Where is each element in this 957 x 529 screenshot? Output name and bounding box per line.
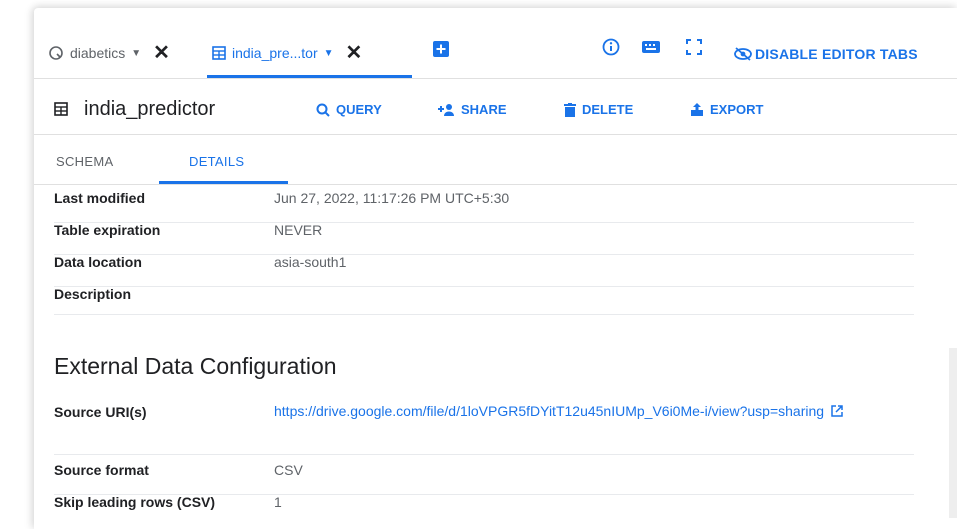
detail-key: Source URI(s) [54, 404, 147, 420]
section-title: External Data Configuration [54, 353, 337, 379]
editor-tab-bar: diabetics ▼ ✕ india_pre...tor ▼ ✕ DISABL… [34, 8, 957, 79]
detail-value: 1 [274, 494, 282, 510]
scrollbar[interactable] [949, 348, 957, 518]
search-icon [316, 103, 330, 117]
disable-editor-tabs-button[interactable]: DISABLE EDITOR TABS [734, 46, 918, 62]
fullscreen-icon[interactable] [685, 38, 703, 61]
table-icon [212, 46, 226, 60]
export-label: EXPORT [710, 102, 764, 117]
detail-row-source-uri: Source URI(s) https://drive.google.com/f… [54, 402, 914, 455]
trash-icon [564, 102, 576, 117]
page-title: india_predictor [84, 98, 216, 120]
disable-editor-tabs-label: DISABLE EDITOR TABS [755, 46, 918, 62]
info-icon[interactable] [602, 38, 620, 61]
query-button[interactable]: QUERY [316, 102, 382, 117]
bigquery-panel: diabetics ▼ ✕ india_pre...tor ▼ ✕ DISABL… [34, 8, 957, 529]
detail-key: Description [54, 286, 132, 302]
tab-label: india_pre...tor [232, 45, 318, 61]
table-header: india_predictor QUERY SHARE DELETE EXPOR… [34, 78, 957, 135]
active-subtab-indicator [159, 181, 288, 184]
chevron-down-icon[interactable]: ▼ [324, 48, 334, 59]
source-uri-link[interactable]: https://drive.google.com/file/d/1loVPGR5… [274, 399, 894, 424]
table-icon [54, 102, 68, 121]
tab-diabetics[interactable]: diabetics ▼ ✕ [48, 38, 170, 68]
tab-schema[interactable]: SCHEMA [56, 154, 113, 169]
delete-label: DELETE [582, 102, 634, 117]
detail-row-data-location: Data location asia-south1 [54, 254, 914, 287]
query-label: QUERY [336, 102, 382, 117]
open-in-new-icon[interactable] [831, 400, 843, 424]
share-button[interactable]: SHARE [437, 102, 507, 117]
detail-key: Skip leading rows (CSV) [54, 494, 216, 510]
detail-value: Jun 27, 2022, 11:17:26 PM UTC+5:30 [274, 190, 510, 206]
share-label: SHARE [461, 102, 507, 117]
source-uri-text[interactable]: https://drive.google.com/file/d/1loVPGR5… [274, 403, 824, 419]
detail-key: Source format [54, 462, 149, 478]
close-icon[interactable]: ✕ [153, 43, 170, 63]
detail-row-skip-rows: Skip leading rows (CSV) 1 [54, 494, 914, 526]
query-icon [48, 45, 64, 61]
export-button[interactable]: EXPORT [690, 102, 763, 117]
detail-key: Table expiration [54, 222, 161, 238]
tab-label: diabetics [70, 45, 126, 61]
tab-india-predictor[interactable]: india_pre...tor ▼ ✕ [212, 38, 362, 68]
add-person-icon [438, 103, 454, 116]
detail-value: NEVER [274, 222, 323, 238]
chevron-down-icon[interactable]: ▼ [131, 48, 141, 59]
export-icon [691, 102, 703, 116]
detail-tabs: SCHEMA DETAILS [34, 134, 957, 185]
detail-key: Last modified [54, 190, 146, 206]
detail-value: CSV [274, 462, 303, 478]
visibility-off-icon [734, 47, 752, 61]
detail-value: asia-south1 [274, 254, 347, 270]
detail-key: Data location [54, 254, 142, 270]
tab-details[interactable]: DETAILS [189, 154, 244, 169]
delete-button[interactable]: DELETE [564, 102, 633, 117]
close-icon[interactable]: ✕ [346, 43, 363, 63]
new-tab-icon[interactable] [432, 40, 450, 63]
keyboard-icon[interactable] [641, 38, 661, 61]
detail-row-description: Description [54, 286, 914, 315]
